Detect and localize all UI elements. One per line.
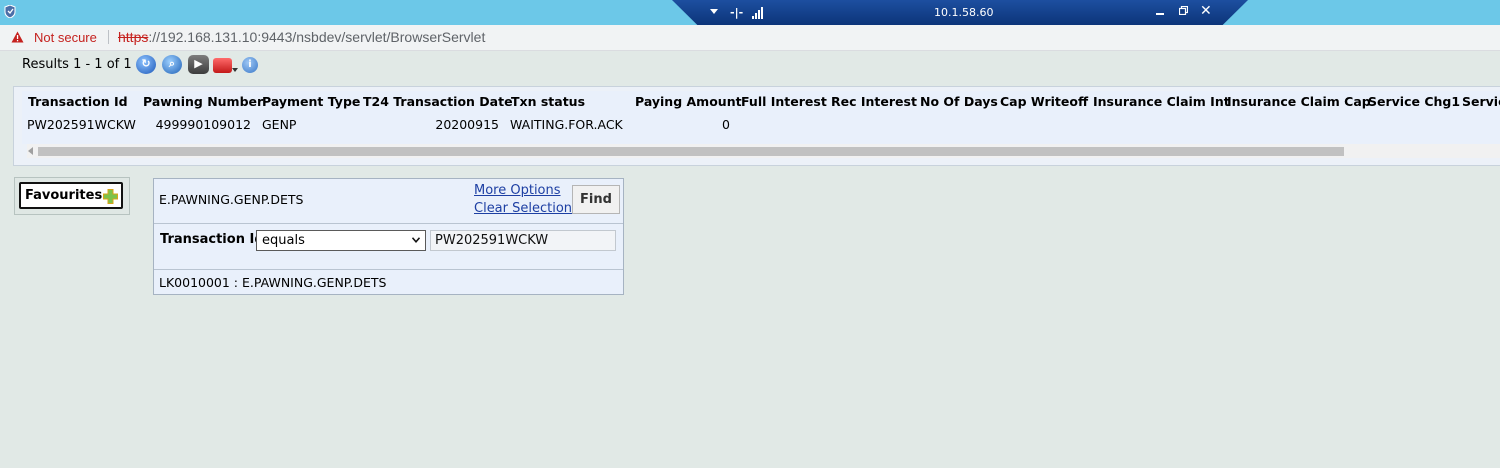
column-header[interactable]: Paying Amount <box>635 91 742 113</box>
window-title-bar: -|- 10.1.58.60 ✕ <box>0 0 1500 25</box>
toolbox-dropdown-icon[interactable] <box>232 68 238 72</box>
favourites-label: Favourites <box>25 188 103 203</box>
close-icon[interactable]: ✕ <box>1200 3 1212 19</box>
column-header[interactable]: T24 Transaction Date <box>363 91 513 113</box>
column-header[interactable]: Insurance Claim Cap <box>1227 91 1371 113</box>
results-count: Results 1 - 1 of 1 <box>22 57 132 72</box>
info-icon[interactable]: i <box>242 57 258 73</box>
cell-transaction-id[interactable]: PW202591WCKW <box>27 113 136 135</box>
security-status-label[interactable]: Not secure <box>34 29 97 46</box>
address-bar[interactable]: Not secure https://192.168.131.10:9443/n… <box>0 25 1500 51</box>
enquiry-name: E.PAWNING.GENP.DETS <box>159 192 304 207</box>
criteria-field-label: Transaction Id <box>160 232 264 247</box>
minimize-icon[interactable] <box>1156 13 1164 15</box>
table-row[interactable]: PW202591WCKW 499990109012 GENP 20200915 … <box>22 113 1500 136</box>
more-options-link[interactable]: More Options <box>474 183 561 199</box>
column-header[interactable]: Cap Writeoff <box>1000 91 1088 113</box>
operator-select[interactable]: equals <box>256 230 426 251</box>
column-header[interactable]: Payment Type <box>262 91 360 113</box>
scroll-left-icon[interactable] <box>28 147 33 155</box>
pin-icon[interactable]: -|- <box>730 6 743 19</box>
url-path: ://192.168.131.10:9443/nsbdev/servlet/Br… <box>148 29 486 45</box>
cell-txn-status[interactable]: WAITING.FOR.ACK <box>510 113 623 135</box>
column-header[interactable]: Insurance Claim Int <box>1093 91 1230 113</box>
restore-icon[interactable] <box>1179 6 1188 15</box>
column-header[interactable]: Transaction Id <box>28 91 128 113</box>
url-text[interactable]: https://192.168.131.10:9443/nsbdev/servl… <box>118 29 485 46</box>
chevron-down-icon[interactable] <box>710 9 718 14</box>
play-icon[interactable]: ▶ <box>188 55 209 74</box>
app-logo-icon <box>4 5 16 18</box>
clear-selection-link[interactable]: Clear Selection <box>474 201 572 217</box>
search-icon[interactable]: ⌕ <box>162 55 182 74</box>
favourites-panel: Favourites <box>14 177 130 215</box>
table-header-row: Transaction Id Pawning Number Payment Ty… <box>22 91 1500 113</box>
enquiry-footer: LK0010001 : E.PAWNING.GENP.DETS <box>159 275 387 290</box>
operator-value: equals <box>262 233 305 248</box>
criteria-value: PW202591WCKW <box>435 233 549 248</box>
column-header[interactable]: Txn status <box>511 91 585 113</box>
toolbox-icon[interactable] <box>213 58 232 73</box>
cell-t24-transaction-date[interactable]: 20200915 <box>363 113 499 135</box>
favourites-button[interactable]: Favourites <box>19 182 123 209</box>
scrollbar-thumb[interactable] <box>38 147 1344 156</box>
divider <box>154 269 623 270</box>
column-header[interactable]: Pawning Number <box>143 91 263 113</box>
column-header[interactable]: Full Interest <box>741 91 827 113</box>
cell-pawning-number[interactable]: 499990109012 <box>143 113 251 135</box>
chevron-down-icon <box>412 237 420 243</box>
find-button[interactable]: Find <box>572 185 620 214</box>
remote-host-ip: 10.1.58.60 <box>934 6 994 19</box>
column-header[interactable]: Rec Interest <box>831 91 917 113</box>
address-divider <box>108 30 109 44</box>
divider <box>154 223 623 224</box>
warning-icon[interactable] <box>11 31 24 43</box>
criteria-value-input[interactable]: PW202591WCKW <box>430 230 616 251</box>
signal-strength-icon[interactable] <box>752 6 765 19</box>
column-header[interactable]: No Of Days <box>920 91 998 113</box>
column-header[interactable]: Service Chg1 <box>1368 91 1460 113</box>
refresh-icon[interactable]: ↻ <box>136 55 156 74</box>
add-favourite-icon[interactable] <box>103 189 118 204</box>
column-header[interactable]: Servic <box>1462 91 1500 113</box>
cell-paying-amount[interactable]: 0 <box>635 113 730 135</box>
remote-desktop-connection-bar: -|- 10.1.58.60 ✕ <box>672 0 1248 25</box>
selection-criteria-panel: E.PAWNING.GENP.DETS More Options Clear S… <box>153 178 624 295</box>
cell-payment-type[interactable]: GENP <box>262 113 296 135</box>
url-scheme: https <box>118 29 149 45</box>
results-table: Transaction Id Pawning Number Payment Ty… <box>22 91 1500 144</box>
results-grid: Transaction Id Pawning Number Payment Ty… <box>13 86 1500 166</box>
